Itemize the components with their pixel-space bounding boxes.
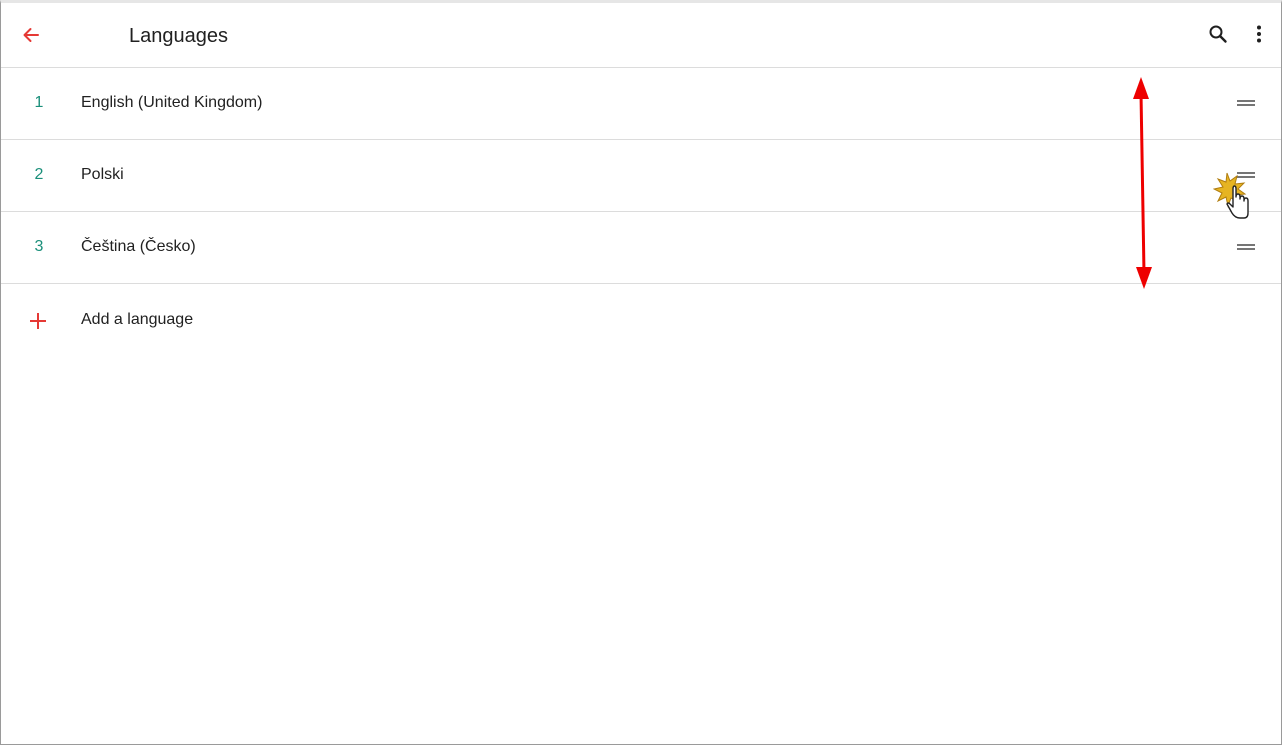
language-index: 3 xyxy=(34,238,44,255)
app-window: Languages 1 English (United Kingdom) 2 P… xyxy=(0,0,1282,745)
search-icon xyxy=(1209,25,1227,43)
language-index: 1 xyxy=(34,94,44,111)
add-language-label: Add a language xyxy=(81,311,194,328)
more-vert-icon xyxy=(1257,25,1261,43)
back-button[interactable] xyxy=(13,17,49,53)
drag-direction-arrow-icon xyxy=(1133,77,1152,289)
language-row[interactable]: 2 Polski xyxy=(1,140,1281,212)
language-index: 2 xyxy=(34,166,44,183)
language-row[interactable]: 1 English (United Kingdom) xyxy=(1,68,1281,140)
language-name: Polski xyxy=(81,166,124,183)
hand-cursor-icon xyxy=(1213,172,1249,219)
language-name: Čeština (Česko) xyxy=(81,238,196,255)
drag-handle[interactable] xyxy=(1231,90,1261,116)
arrow-back-icon xyxy=(23,28,39,42)
search-button[interactable] xyxy=(1201,17,1235,51)
drag-handle-icon xyxy=(1237,244,1255,250)
language-row[interactable]: 3 Čeština (Česko) xyxy=(1,212,1281,284)
app-bar: Languages xyxy=(1,3,1281,68)
drag-handle[interactable] xyxy=(1231,234,1261,260)
language-list: 1 English (United Kingdom) 2 Polski 3 Če xyxy=(1,68,1281,356)
page-title: Languages xyxy=(129,25,228,47)
add-language-button[interactable]: Add a language xyxy=(1,284,1281,356)
language-name: English (United Kingdom) xyxy=(81,94,263,111)
more-options-button[interactable] xyxy=(1245,17,1273,51)
drag-handle-icon xyxy=(1237,100,1255,106)
plus-icon xyxy=(30,313,46,329)
